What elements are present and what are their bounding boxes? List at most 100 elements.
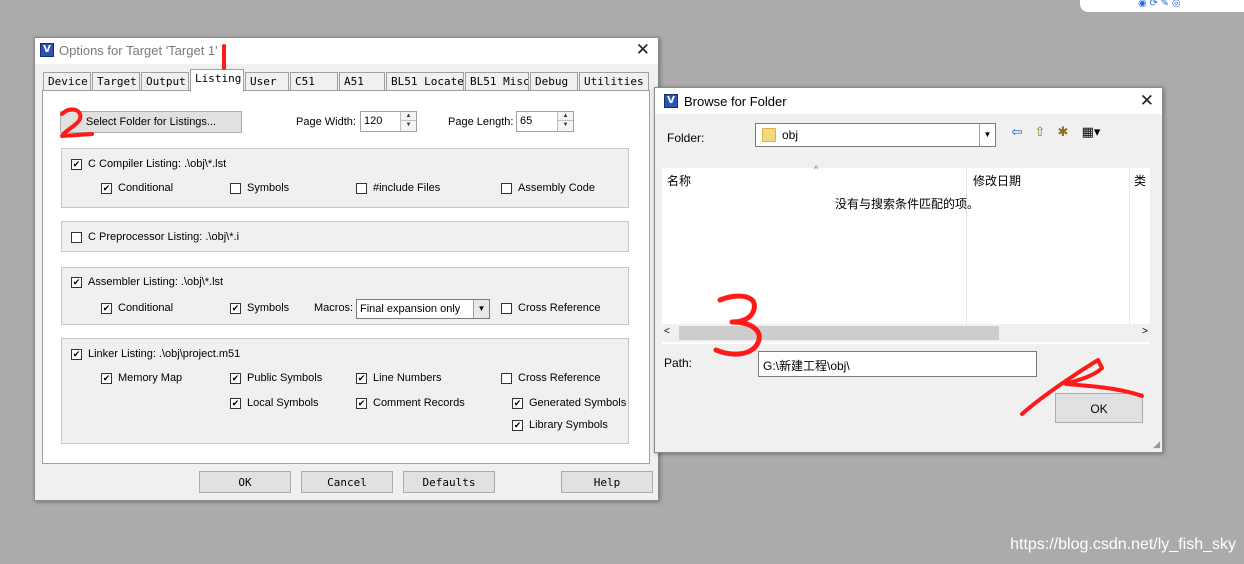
tab-utilities[interactable]: Utilities [579,72,649,91]
keil-app-icon: V [664,94,678,108]
assembly-code-checkbox[interactable] [501,183,512,194]
tab-bl51-locate[interactable]: BL51 Locate [386,72,464,91]
c-preprocessor-label: C Preprocessor Listing: .\obj\*.i [88,231,240,243]
spin-up-icon[interactable]: ▲ [401,112,416,121]
local-symbols-checkbox[interactable] [230,398,241,409]
options-titlebar: V Options for Target 'Target 1' ✕ [35,38,658,64]
public-symbols-checkbox[interactable] [230,373,241,384]
spin-up-icon[interactable]: ▲ [558,112,573,121]
generated-symbols-checkbox[interactable] [512,398,523,409]
path-label: Path: [664,356,693,370]
resize-grip-icon[interactable]: ◢ [1153,439,1160,450]
column-date-header[interactable]: 修改日期 [973,168,1021,190]
page-width-spinner[interactable]: 120 ▲ ▼ [360,111,417,132]
chevron-down-icon[interactable]: ▼ [979,124,995,146]
folder-dropdown[interactable]: obj ▼ [755,123,996,147]
spin-down-icon[interactable]: ▼ [558,121,573,130]
linker-checkbox[interactable] [71,349,82,360]
tab-c51[interactable]: C51 [290,72,338,91]
tab-output[interactable]: Output [141,72,189,91]
linker-label: Linker Listing: .\obj\project.m51 [88,348,241,360]
c-compiler-label: C Compiler Listing: .\obj\*.lst [88,158,227,170]
scrollbar-thumb[interactable] [679,326,999,340]
page-width-value[interactable]: 120 [364,115,382,127]
linker-cross-reference-checkbox[interactable] [501,373,512,384]
library-symbols-checkbox[interactable] [512,420,523,431]
spinner-arrows[interactable]: ▲ ▼ [400,112,416,131]
new-folder-icon[interactable]: ✱ [1054,125,1072,141]
linker-cross-reference-label: Cross Reference [518,372,601,384]
tab-a51[interactable]: A51 [339,72,385,91]
folder-dropdown-arrow[interactable]: ▼ [978,124,995,146]
close-icon[interactable]: ✕ [1140,91,1154,111]
page-width-label: Page Width: [296,116,356,128]
view-menu-icon[interactable]: ▦▾ [1077,125,1105,141]
column-type-header[interactable]: 类 [1134,168,1150,190]
listing-panel: Select Folder for Listings... Page Width… [42,90,650,464]
tab-user[interactable]: User [245,72,289,91]
c-compiler-group: C Compiler Listing: .\obj\*.lst Conditio… [61,148,629,208]
up-folder-icon[interactable]: ⇧ [1031,125,1049,141]
macros-value: Final expansion only [360,303,461,315]
file-list[interactable]: 名称 ^ 修改日期 类 没有与搜索条件匹配的项。 [662,164,1150,344]
asm-conditional-checkbox[interactable] [101,303,112,314]
spin-down-icon[interactable]: ▼ [401,121,416,130]
tab-debug[interactable]: Debug [530,72,578,91]
assembler-group: Assembler Listing: .\obj\*.lst Condition… [61,267,629,325]
comment-records-checkbox[interactable] [356,398,367,409]
scroll-right-icon[interactable]: > [1142,326,1148,337]
asm-cross-reference-checkbox[interactable] [501,303,512,314]
local-symbols-label: Local Symbols [247,397,319,409]
linker-group: Linker Listing: .\obj\project.m51 Memory… [61,338,629,444]
sort-ascending-icon: ^ [814,164,819,174]
ok-button[interactable]: OK [199,471,291,493]
options-dialog: V Options for Target 'Target 1' ✕ Device… [34,37,659,501]
asm-symbols-checkbox[interactable] [230,303,241,314]
path-input[interactable]: G:\新建工程\obj\ [758,351,1037,377]
generated-symbols-label: Generated Symbols [529,397,627,409]
cancel-button[interactable]: Cancel [301,471,393,493]
c-symbols-label: Symbols [247,182,290,194]
select-folder-button[interactable]: Select Folder for Listings... [60,111,242,133]
tab-listing[interactable]: Listing [190,69,244,92]
c-compiler-checkbox[interactable] [71,159,82,170]
browse-title: Browse for Folder [684,94,787,109]
assembler-label: Assembler Listing: .\obj\*.lst [88,276,224,288]
defaults-button[interactable]: Defaults [403,471,495,493]
empty-list-message: 没有与搜索条件匹配的项。 [835,197,980,211]
tray-fragment: ◉ ⟳ ✎ ◎ [1080,0,1244,12]
tab-bl51-misc[interactable]: BL51 Misc [465,72,529,91]
c-conditional-checkbox[interactable] [101,183,112,194]
options-tabs: Device Target Output Listing User C51 A5… [43,69,649,92]
memory-map-label: Memory Map [118,372,183,384]
column-name-header[interactable]: 名称 [667,168,691,190]
folder-label: Folder: [667,131,705,145]
asm-symbols-label: Symbols [247,302,290,314]
help-button[interactable]: Help [561,471,653,493]
c-preprocessor-group: C Preprocessor Listing: .\obj\*.i [61,221,629,252]
macros-dropdown[interactable]: Final expansion only ▼ [356,299,490,319]
page-length-value[interactable]: 65 [520,115,532,127]
c-preprocessor-checkbox[interactable] [71,232,82,243]
column-divider [966,168,967,324]
horizontal-scrollbar[interactable]: < > [662,324,1150,342]
browse-ok-button[interactable]: OK [1055,393,1143,423]
column-divider [1129,168,1130,324]
chevron-down-icon[interactable]: ▼ [473,300,489,318]
page-length-spinner[interactable]: 65 ▲ ▼ [516,111,574,132]
scroll-left-icon[interactable]: < [664,326,670,337]
close-icon[interactable]: ✕ [636,40,650,60]
asm-conditional-label: Conditional [118,302,174,314]
c-symbols-checkbox[interactable] [230,183,241,194]
line-numbers-checkbox[interactable] [356,373,367,384]
back-arrow-icon[interactable]: ⇦ [1008,125,1026,141]
tray-icon: ◉ ⟳ ✎ ◎ [1138,0,1181,9]
tab-target[interactable]: Target [92,72,140,91]
assembler-checkbox[interactable] [71,277,82,288]
library-symbols-label: Library Symbols [529,419,608,431]
spinner-arrows[interactable]: ▲ ▼ [557,112,573,131]
include-files-checkbox[interactable] [356,183,367,194]
memory-map-checkbox[interactable] [101,373,112,384]
page-length-label: Page Length: [448,116,514,128]
tab-device[interactable]: Device [43,72,91,91]
